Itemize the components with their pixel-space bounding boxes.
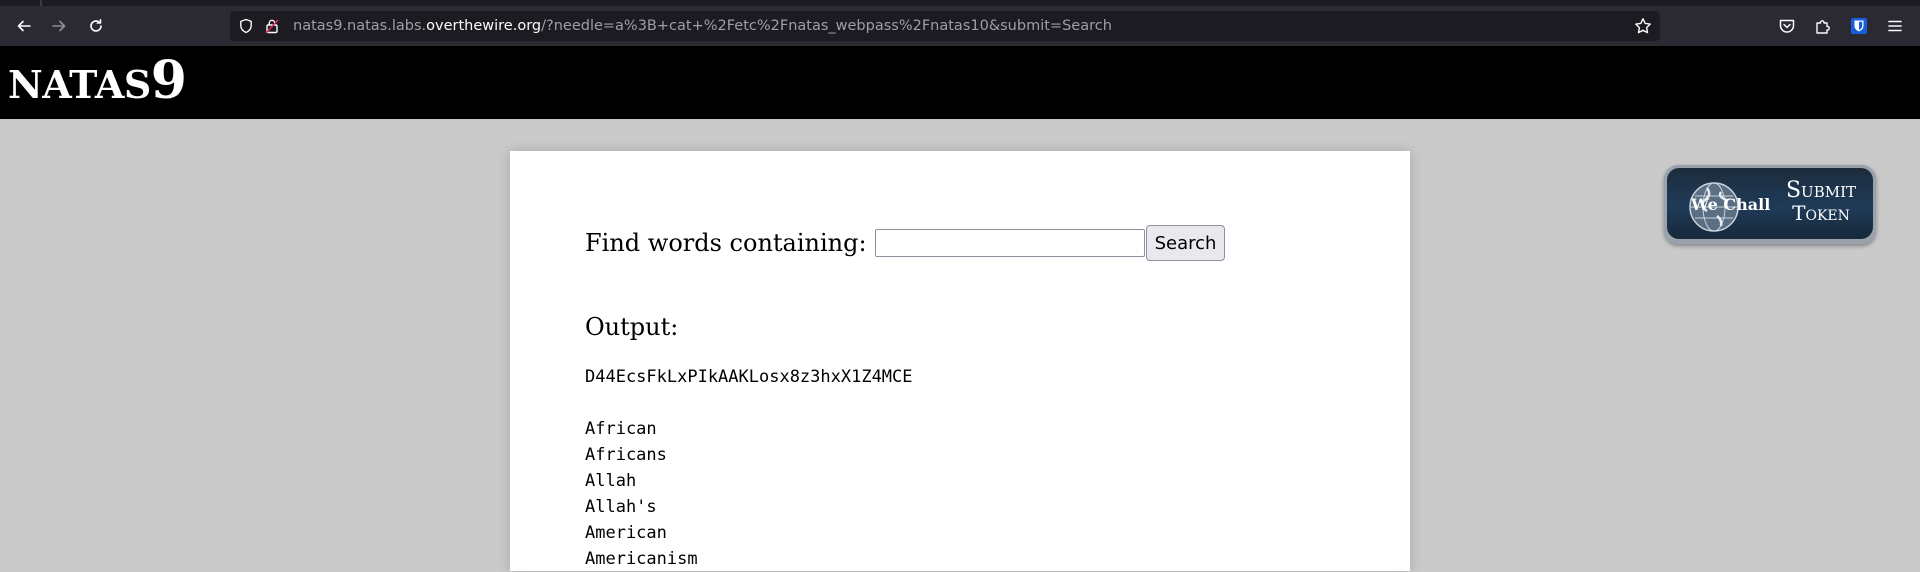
reload-button[interactable] bbox=[80, 12, 112, 40]
site-title-word: NATAS bbox=[8, 62, 151, 107]
site-title-number: 9 bbox=[150, 50, 187, 111]
forward-button[interactable] bbox=[43, 12, 75, 40]
pocket-icon bbox=[1779, 19, 1795, 33]
wechall-brand: We Chall bbox=[1691, 195, 1771, 214]
output-line: African bbox=[585, 419, 657, 439]
output-line: Americanism bbox=[585, 549, 698, 569]
search-form: Find words containing: Search bbox=[585, 225, 1226, 261]
submit-token-label: Submit Token bbox=[1771, 178, 1871, 225]
url-bar[interactable]: natas9.natas.labs.overthewire.org/?needl… bbox=[230, 11, 1660, 41]
extensions-puzzle-icon bbox=[1816, 20, 1830, 34]
forward-arrow-icon bbox=[52, 20, 66, 32]
output-line: American bbox=[585, 523, 667, 543]
bitwarden-button[interactable] bbox=[1849, 16, 1869, 36]
insecure-lock-icon[interactable] bbox=[264, 18, 280, 34]
submit-token-line1: Submit bbox=[1785, 178, 1857, 203]
submit-token-line2: Token bbox=[1792, 201, 1850, 225]
output-line-password: D44EcsFkLxPIkAAKLosx8z3hxX1Z4MCE bbox=[585, 367, 913, 387]
reload-icon bbox=[90, 19, 102, 32]
pocket-button[interactable] bbox=[1777, 16, 1797, 36]
tracking-protection-shield-icon[interactable] bbox=[238, 18, 254, 34]
bookmark-star-icon[interactable] bbox=[1634, 17, 1652, 35]
search-input[interactable] bbox=[874, 229, 1145, 257]
output-block: D44EcsFkLxPIkAAKLosx8z3hxX1Z4MCE African A… bbox=[585, 364, 913, 572]
url-path: /?needle=a%3B+cat+%2Fetc%2Fnatas_webpass… bbox=[541, 18, 1112, 34]
app-menu-button[interactable] bbox=[1885, 16, 1905, 36]
back-arrow-icon bbox=[17, 20, 31, 32]
extensions-button[interactable] bbox=[1813, 16, 1833, 36]
url-host: overthewire.org bbox=[426, 18, 542, 34]
back-button[interactable] bbox=[8, 12, 40, 40]
url-text[interactable]: natas9.natas.labs.overthewire.org/?needl… bbox=[293, 11, 1112, 41]
output-heading: Output: bbox=[585, 313, 679, 341]
search-button[interactable]: Search bbox=[1145, 225, 1226, 261]
output-line: Allah bbox=[585, 471, 637, 491]
url-prefix: natas9.natas.labs. bbox=[293, 18, 427, 34]
bitwarden-shield-icon bbox=[1851, 18, 1867, 34]
submit-token-face: We Chall Submit Token bbox=[1667, 168, 1873, 239]
search-label: Find words containing: bbox=[585, 229, 867, 257]
browser-toolbar: natas9.natas.labs.overthewire.org/?needl… bbox=[0, 6, 1920, 46]
hamburger-menu-icon bbox=[1888, 20, 1902, 32]
content-panel: Find words containing: Search Output: D4… bbox=[510, 151, 1410, 571]
site-title: NATAS9 bbox=[8, 50, 187, 111]
output-line: Allah's bbox=[585, 497, 657, 517]
output-line-blank bbox=[585, 390, 913, 416]
site-header: NATAS9 bbox=[0, 46, 1920, 119]
submit-token-button[interactable]: We Chall Submit Token bbox=[1664, 165, 1876, 244]
output-line: Africans bbox=[585, 445, 667, 465]
